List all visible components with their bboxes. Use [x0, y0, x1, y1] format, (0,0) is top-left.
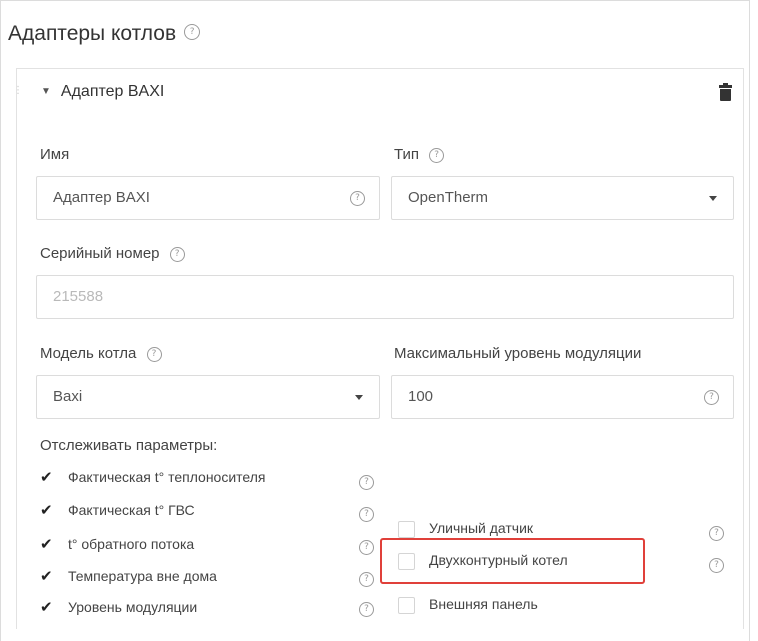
type-value: OpenTherm [408, 189, 489, 206]
tracked-item[interactable]: ✔ Фактическая t° ГВС [40, 501, 195, 519]
type-label: Тип ? [394, 146, 445, 163]
model-label: Модель котла ? [40, 345, 162, 362]
tracked-item[interactable]: ✔ t° обратного потока [40, 535, 194, 553]
adapter-header[interactable]: ▼ Адаптер BAXI [41, 83, 164, 101]
option-label: Внешняя панель [429, 596, 538, 612]
checkmark-icon[interactable]: ✔ [40, 501, 56, 519]
tracked-item-label: Фактическая t° теплоносителя [68, 469, 266, 485]
chevron-down-icon [709, 196, 717, 201]
help-icon[interactable]: ? [704, 390, 719, 405]
help-icon[interactable]: ? [184, 24, 201, 41]
tracked-item[interactable]: ✔ Уровень модуляции [40, 598, 197, 616]
help-icon[interactable]: ? [709, 558, 724, 573]
serial-label-text: Серийный номер [40, 245, 160, 262]
checkmark-icon[interactable]: ✔ [40, 535, 56, 553]
track-label: Отслеживать параметры: [40, 437, 218, 454]
tracked-item[interactable]: ✔ Температура вне дома [40, 567, 217, 585]
help-icon[interactable]: ? [359, 507, 374, 522]
modulation-label: Максимальный уровень модуляции [394, 345, 642, 362]
help-icon[interactable]: ? [359, 602, 374, 617]
checkbox[interactable] [398, 596, 415, 614]
help-icon[interactable]: ? [169, 246, 185, 262]
option-external-panel[interactable]: Внешняя панель [398, 596, 538, 614]
modulation-input[interactable]: 100 ? [391, 375, 734, 419]
name-label: Имя [40, 146, 70, 163]
help-icon[interactable]: ? [350, 191, 365, 206]
model-label-text: Модель котла [40, 345, 137, 362]
highlight-box [380, 538, 645, 584]
caret-down-icon[interactable]: ▼ [41, 86, 51, 97]
chevron-down-icon [355, 395, 363, 400]
type-select[interactable]: OpenTherm [391, 176, 734, 220]
option-street-sensor[interactable]: Уличный датчик [398, 520, 533, 538]
tracked-item-label: Фактическая t° ГВС [68, 502, 195, 518]
help-icon[interactable]: ? [709, 526, 724, 541]
tracked-item-label: t° обратного потока [68, 536, 195, 552]
serial-input[interactable]: 215588 [36, 275, 734, 319]
checkmark-icon[interactable]: ✔ [40, 567, 56, 585]
drag-handle-icon[interactable]: ⋮ [13, 85, 23, 96]
checkmark-icon[interactable]: ✔ [40, 468, 56, 486]
type-label-text: Тип [394, 146, 420, 163]
section-title-text: Адаптеры котлов [8, 22, 177, 45]
name-value: Адаптер BAXI [53, 189, 150, 206]
checkbox[interactable] [398, 520, 415, 538]
tracked-item-label: Температура вне дома [68, 568, 217, 584]
serial-label: Серийный номер ? [40, 245, 185, 262]
modulation-value: 100 [408, 388, 434, 405]
section-title: Адаптеры котлов? [8, 22, 201, 46]
tracked-item-label: Уровень модуляции [68, 599, 198, 615]
model-value: Baxi [53, 388, 83, 405]
trash-icon[interactable] [719, 83, 732, 101]
help-icon[interactable]: ? [359, 572, 374, 587]
name-input[interactable]: Адаптер BAXI ? [36, 176, 380, 220]
serial-value: 215588 [53, 288, 104, 305]
adapter-header-text: Адаптер BAXI [60, 83, 165, 100]
model-select[interactable]: Baxi [36, 375, 380, 419]
help-icon[interactable]: ? [146, 346, 162, 362]
help-icon[interactable]: ? [359, 540, 374, 555]
help-icon[interactable]: ? [359, 475, 374, 490]
option-label: Уличный датчик [429, 520, 534, 536]
help-icon[interactable]: ? [429, 147, 445, 163]
checkmark-icon[interactable]: ✔ [40, 598, 56, 616]
tracked-item[interactable]: ✔ Фактическая t° теплоносителя [40, 468, 266, 486]
